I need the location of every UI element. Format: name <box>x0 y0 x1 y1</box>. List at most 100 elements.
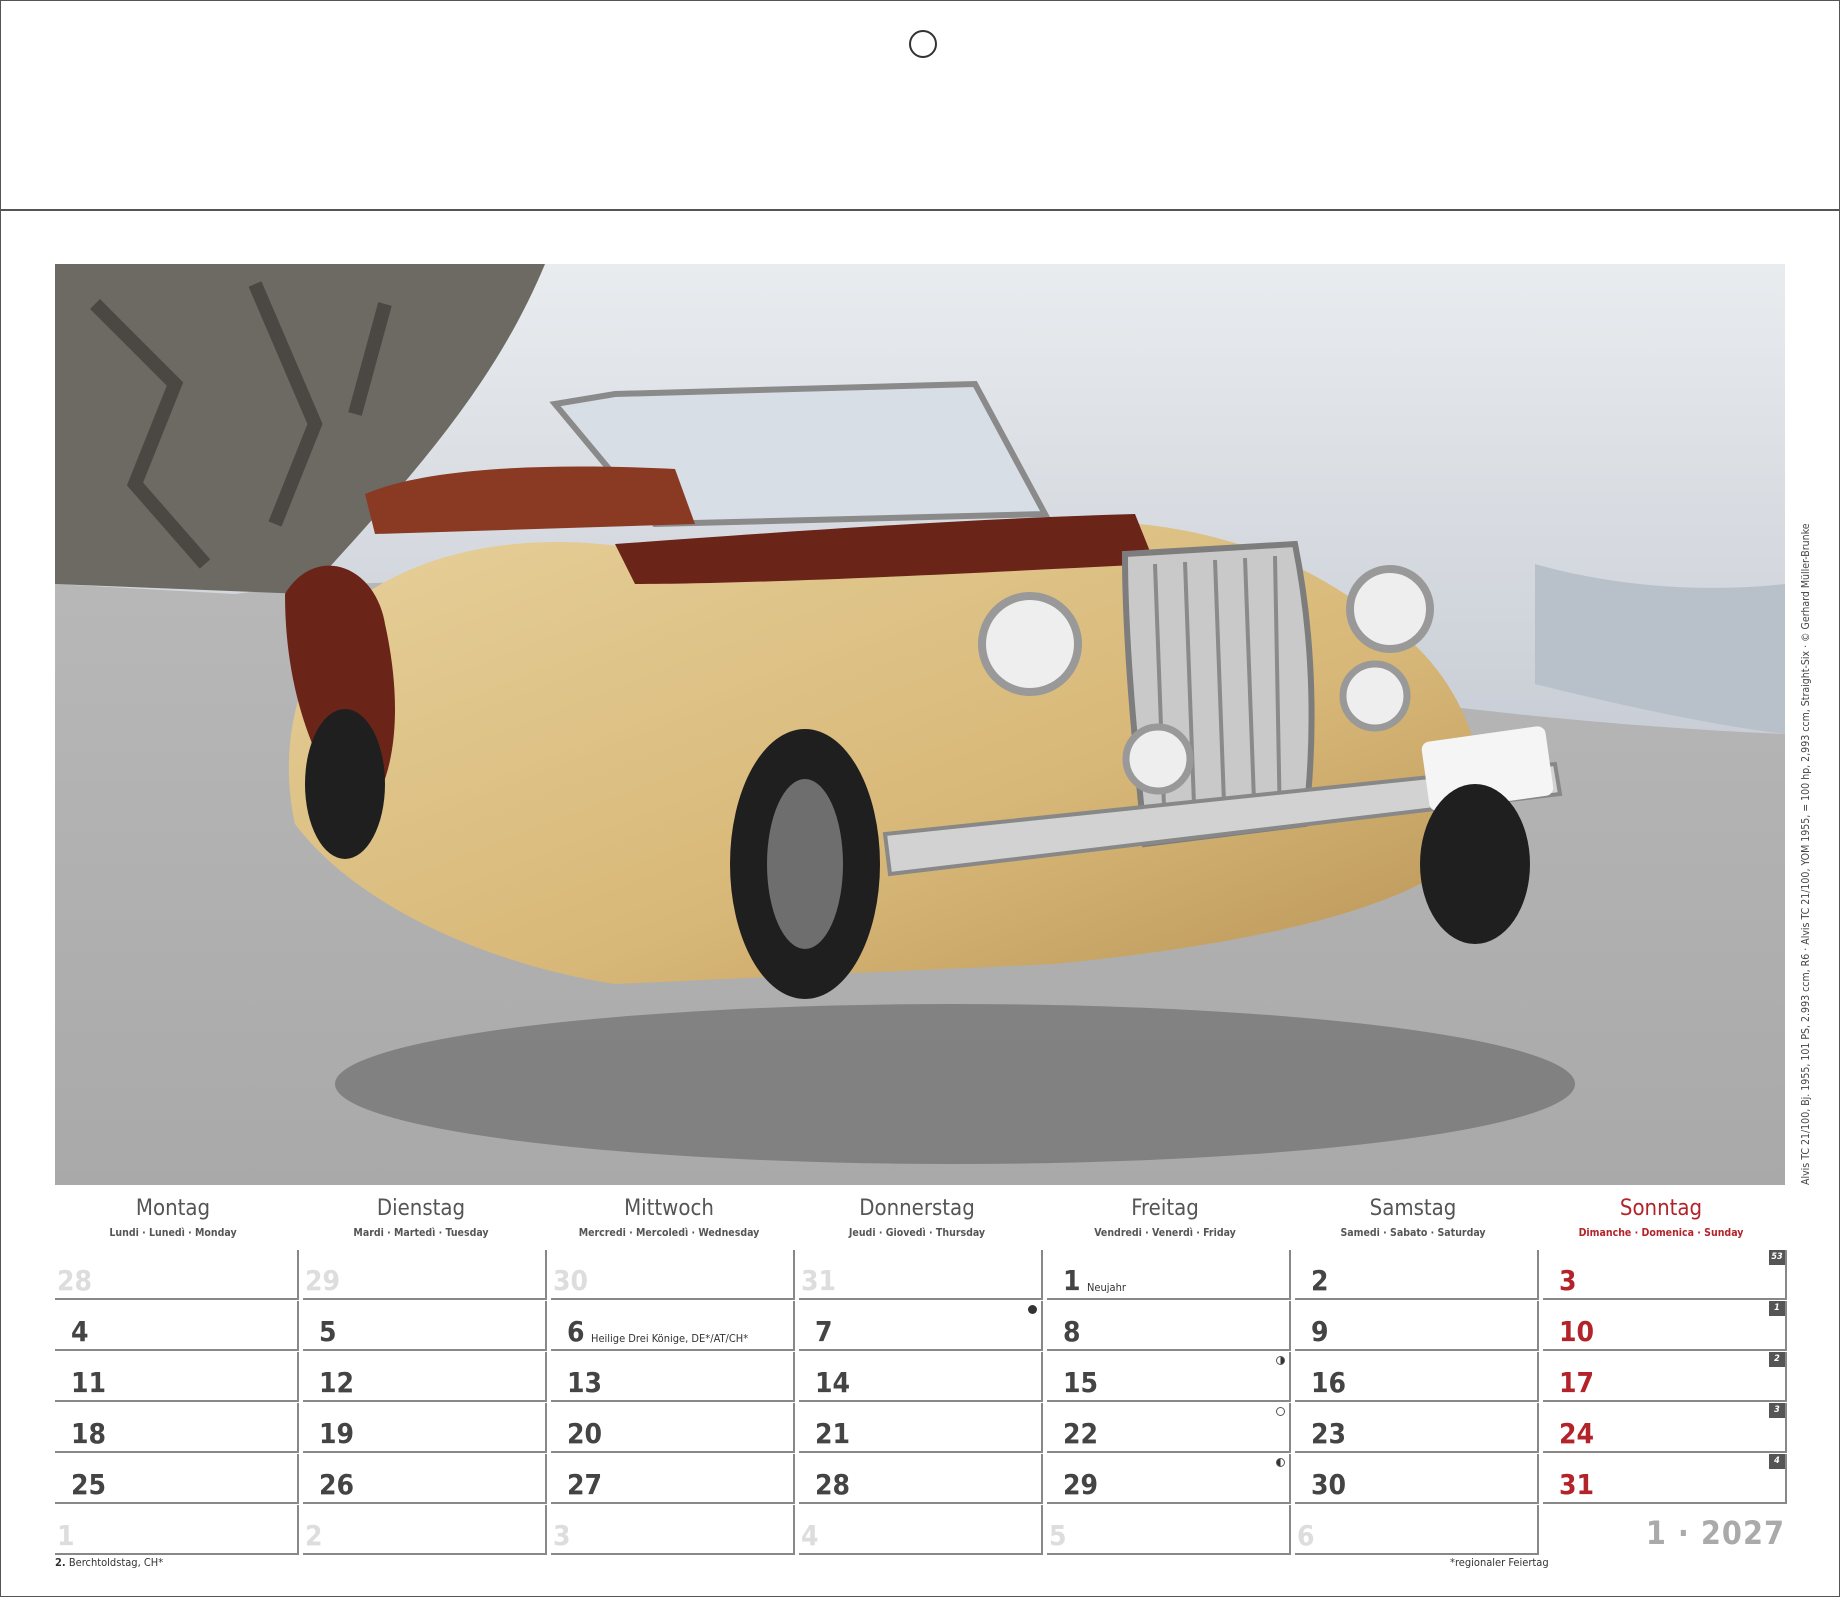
holiday-label: Neujahr <box>1087 1281 1126 1294</box>
day-number: 26 <box>319 1468 355 1501</box>
day-cell: 11 <box>55 1352 299 1402</box>
day-number: 13 <box>567 1366 603 1399</box>
day-number: 19 <box>319 1417 355 1450</box>
day-cell: 19 <box>303 1403 547 1453</box>
day-cell: 28 <box>55 1250 299 1300</box>
day-cell: 14 <box>799 1352 1043 1402</box>
weekday-name: Donnerstag <box>859 1196 975 1221</box>
week-number-badge: 4 <box>1769 1454 1785 1469</box>
weekday-header: Freitag Vendredi · Venerdì · Friday <box>1043 1196 1287 1239</box>
day-number: 22 <box>1063 1417 1099 1450</box>
weekday-header: Donnerstag Jeudi · Giovedì · Thursday <box>795 1196 1039 1239</box>
weekday-name: Mittwoch <box>624 1196 714 1221</box>
day-cell: 21 <box>799 1403 1043 1453</box>
day-number: 2 <box>305 1519 323 1552</box>
weekday-header: Montag Lundi · Lunedì · Monday <box>51 1196 295 1239</box>
day-number: 5 <box>319 1315 337 1348</box>
weekday-header: Mittwoch Mercredi · Mercoledì · Wednesday <box>547 1196 791 1239</box>
moon-new-icon <box>1028 1305 1037 1314</box>
weekday-translations: Vendredi · Venerdì · Friday <box>1094 1227 1236 1239</box>
day-number: 24 <box>1559 1417 1595 1450</box>
day-number: 7 <box>815 1315 833 1348</box>
day-cell: 3 53 <box>1543 1250 1787 1300</box>
day-number: 29 <box>1063 1468 1099 1501</box>
day-number: 18 <box>71 1417 107 1450</box>
day-number: 31 <box>1559 1468 1595 1501</box>
week-number-badge: 3 <box>1769 1403 1785 1418</box>
day-number: 23 <box>1311 1417 1347 1450</box>
day-number: 30 <box>1311 1468 1347 1501</box>
weekday-translations: Samedi · Sabato · Saturday <box>1340 1227 1486 1239</box>
day-number: 2 <box>1311 1264 1329 1297</box>
weekday-translations: Mercredi · Mercoledì · Wednesday <box>578 1227 760 1239</box>
footnote-text: Berchtoldstag, CH* <box>68 1556 164 1569</box>
weekday-header: Dienstag Mardi · Martedì · Tuesday <box>299 1196 543 1239</box>
day-number: 5 <box>1049 1519 1067 1552</box>
day-cell: 27 <box>551 1454 795 1504</box>
footnote-right: *regionaler Feiertag <box>1450 1556 1549 1569</box>
day-number: 21 <box>815 1417 851 1450</box>
day-cell: 31 <box>799 1250 1043 1300</box>
day-number: 1 <box>1063 1264 1081 1297</box>
day-cell: 17 2 <box>1543 1352 1787 1402</box>
day-cell: 30 <box>1295 1454 1539 1504</box>
day-number: 17 <box>1559 1366 1595 1399</box>
moon-full-icon <box>1276 1407 1285 1416</box>
weekday-header: Sonntag Dimanche · Domenica · Sunday <box>1539 1196 1783 1239</box>
day-cell: 20 <box>551 1403 795 1453</box>
day-cell: 6 Heilige Drei Könige, DE*/AT/CH* <box>551 1301 795 1351</box>
day-number: 10 <box>1559 1315 1595 1348</box>
day-cell: 1 <box>55 1505 299 1555</box>
day-cell: 28 <box>799 1454 1043 1504</box>
day-cell: 3 <box>551 1505 795 1555</box>
day-number: 31 <box>801 1264 837 1297</box>
day-number: 30 <box>553 1264 589 1297</box>
day-cell: 4 <box>55 1301 299 1351</box>
day-cell: 2 <box>303 1505 547 1555</box>
day-number: 1 <box>57 1519 75 1552</box>
holiday-label: Heilige Drei Könige, DE*/AT/CH* <box>591 1332 749 1345</box>
hanging-hole <box>909 30 937 58</box>
day-cell: 30 <box>551 1250 795 1300</box>
day-number: 25 <box>71 1468 107 1501</box>
day-cell: 2 <box>1295 1250 1539 1300</box>
day-number: 15 <box>1063 1366 1099 1399</box>
day-cell: 25 <box>55 1454 299 1504</box>
weekday-name: Samstag <box>1369 1196 1457 1221</box>
day-number: 4 <box>71 1315 89 1348</box>
day-number: 12 <box>319 1366 355 1399</box>
day-cell: 12 <box>303 1352 547 1402</box>
day-cell: 16 <box>1295 1352 1539 1402</box>
day-cell: 8 <box>1047 1301 1291 1351</box>
day-cell: 7 <box>799 1301 1043 1351</box>
hanging-strip <box>0 0 1840 211</box>
day-number: 3 <box>1559 1264 1577 1297</box>
day-cell: 18 <box>55 1403 299 1453</box>
weekday-translations: Lundi · Lunedì · Monday <box>109 1227 237 1239</box>
week-number-badge: 2 <box>1769 1352 1785 1367</box>
day-number: 28 <box>57 1264 93 1297</box>
day-cell: 29 <box>303 1250 547 1300</box>
day-cell: 23 <box>1295 1403 1539 1453</box>
day-number: 11 <box>71 1366 107 1399</box>
weekday-translations: Jeudi · Giovedì · Thursday <box>848 1227 986 1239</box>
day-cell: 5 <box>1047 1505 1291 1555</box>
day-number: 8 <box>1063 1315 1081 1348</box>
weekday-translations: Mardi · Martedì · Tuesday <box>353 1227 489 1239</box>
footnote-left: 2. Berchtoldstag, CH* <box>55 1556 163 1569</box>
day-cell: 26 <box>303 1454 547 1504</box>
weekday-name: Dienstag <box>376 1196 466 1221</box>
day-cell: 24 3 <box>1543 1403 1787 1453</box>
day-number: 6 <box>567 1315 585 1348</box>
day-number: 6 <box>1297 1519 1315 1552</box>
week-number-badge: 1 <box>1769 1301 1785 1316</box>
moon-first-icon <box>1276 1356 1285 1365</box>
day-cell: 31 4 <box>1543 1454 1787 1504</box>
day-number: 16 <box>1311 1366 1347 1399</box>
weekday-name: Sonntag <box>1619 1196 1703 1221</box>
day-number: 4 <box>801 1519 819 1552</box>
day-number: 29 <box>305 1264 341 1297</box>
day-number: 3 <box>553 1519 571 1552</box>
weekday-name: Montag <box>135 1196 211 1221</box>
photo-caption: Alvis TC 21/100, Bj. 1955, 101 PS, 2.993… <box>1800 523 1812 1185</box>
